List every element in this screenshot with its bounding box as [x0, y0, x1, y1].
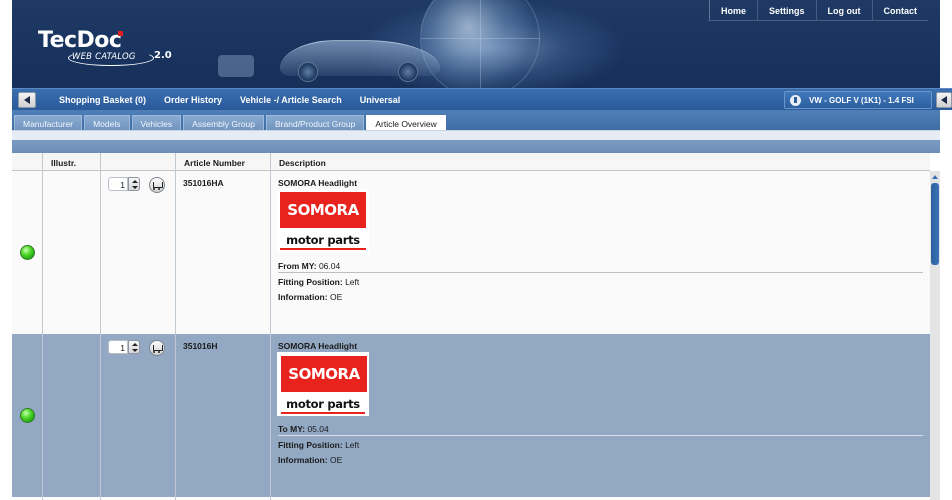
- back-arrow-icon[interactable]: [18, 92, 36, 108]
- attribute-value: OE: [329, 455, 343, 465]
- article-number[interactable]: 351016H: [183, 341, 218, 351]
- availability-status-icon: [20, 245, 35, 260]
- main-menu: Shopping Basket (0) Order History Vehicl…: [50, 89, 409, 111]
- tab-models[interactable]: Models: [84, 115, 130, 130]
- information-attribute: Information: OE: [278, 455, 342, 465]
- selected-vehicle-label: VW - GOLF V (1K1) - 1.4 FSI: [809, 96, 914, 105]
- top-nav: Home Settings Log out Contact: [708, 0, 929, 20]
- quantity-input[interactable]: 1: [108, 177, 128, 191]
- logo-dot: [118, 31, 123, 36]
- attribute-value: 05.04: [307, 424, 329, 434]
- tool-graphic: [218, 55, 254, 77]
- logo-subtitle: WEB CATALOG: [72, 52, 136, 62]
- scroll-up-icon[interactable]: [930, 173, 940, 181]
- grid-header: Illustr. Article Number Description: [12, 153, 930, 171]
- filter-strip: [12, 140, 940, 153]
- attribute-divider: [278, 272, 923, 273]
- info-icon: [790, 95, 801, 106]
- main-menu-bar: Shopping Basket (0) Order History Vehicl…: [12, 88, 952, 110]
- tab-vehicles[interactable]: Vehicles: [131, 115, 182, 130]
- brand-logo-banner: SOMORA: [280, 192, 366, 228]
- article-number[interactable]: 351016HA: [183, 178, 224, 188]
- attribute-label: To MY:: [278, 424, 306, 434]
- attribute-label: Fitting Position:: [278, 440, 343, 450]
- fitting-position-attribute: Fitting Position: Left: [278, 277, 359, 287]
- column-header-article-number[interactable]: Article Number: [184, 158, 245, 168]
- attribute-label: From MY:: [278, 261, 317, 271]
- column-header-description[interactable]: Description: [279, 158, 326, 168]
- tab-bar: Manufacturer Models Vehicles Assembly Gr…: [12, 110, 940, 130]
- quantity-stepper[interactable]: [128, 340, 140, 354]
- scrollbar-thumb[interactable]: [931, 183, 939, 265]
- attribute-value: 06.04: [318, 261, 341, 271]
- logo-version: 2.0: [154, 50, 172, 61]
- brand-logo-underline: [280, 248, 366, 250]
- menu-vehicle-article-search[interactable]: Vehicle -/ Article Search: [231, 89, 351, 111]
- car-wheel: [298, 62, 318, 82]
- nav-settings[interactable]: Settings: [756, 0, 816, 20]
- brand-logo-banner: SOMORA: [281, 356, 367, 392]
- vertical-scrollbar[interactable]: [930, 171, 940, 500]
- top-nav-divider: [708, 20, 928, 21]
- attribute-label: Information:: [278, 455, 328, 465]
- add-to-cart-icon[interactable]: [149, 177, 165, 193]
- attribute-label: Information:: [278, 292, 328, 302]
- menu-shopping-basket[interactable]: Shopping Basket (0): [50, 89, 155, 111]
- brand-logo-name: SOMORA: [287, 201, 359, 219]
- availability-status-icon: [20, 408, 35, 423]
- brand-logo-tagline: motor parts: [286, 233, 360, 247]
- model-year-attribute: From MY: 06.04: [278, 261, 340, 271]
- globe-graphic: [420, 0, 540, 88]
- column-divider: [100, 153, 101, 500]
- fitting-position-attribute: Fitting Position: Left: [278, 440, 359, 450]
- nav-contact[interactable]: Contact: [871, 0, 929, 20]
- menu-universal[interactable]: Universal: [351, 89, 410, 111]
- tab-brand-product-group[interactable]: Brand/Product Group: [266, 115, 365, 130]
- app-header: TecDoc WEB CATALOG 2.0 Home Settings Log…: [12, 0, 940, 88]
- nav-home[interactable]: Home: [708, 0, 757, 20]
- menu-order-history[interactable]: Order History: [155, 89, 231, 111]
- table-row[interactable]: 1 351016H SOMORA Headlight SOMORA motor …: [12, 334, 930, 497]
- add-to-cart-icon[interactable]: [149, 340, 165, 356]
- car-wheel: [398, 62, 418, 82]
- tab-assembly-group[interactable]: Assembly Group: [183, 115, 265, 130]
- tab-manufacturer[interactable]: Manufacturer: [14, 115, 83, 130]
- information-attribute: Information: OE: [278, 292, 342, 302]
- attribute-label: Fitting Position:: [278, 277, 343, 287]
- collapse-arrow-icon[interactable]: [936, 92, 952, 108]
- attribute-value: Left: [345, 277, 360, 287]
- column-divider: [42, 153, 43, 500]
- selected-vehicle-badge[interactable]: VW - GOLF V (1K1) - 1.4 FSI: [784, 91, 932, 109]
- tecdoc-logo[interactable]: TecDoc WEB CATALOG 2.0: [38, 28, 178, 70]
- tab-list: Manufacturer Models Vehicles Assembly Gr…: [14, 115, 448, 130]
- brand-logo[interactable]: SOMORA motor parts: [277, 189, 369, 253]
- column-divider: [175, 153, 176, 500]
- table-row[interactable]: 1 351016HA SOMORA Headlight SOMORA motor…: [12, 171, 930, 334]
- brand-logo-underline: [281, 412, 365, 414]
- model-year-attribute: To MY: 05.04: [278, 424, 329, 434]
- quantity-input[interactable]: 1: [108, 340, 128, 354]
- article-title: SOMORA Headlight: [278, 178, 358, 188]
- attribute-value: Left: [345, 440, 360, 450]
- toolbar-strip: [12, 130, 940, 140]
- page-margin: [0, 0, 12, 500]
- brand-logo[interactable]: SOMORA motor parts: [277, 352, 369, 416]
- brand-logo-tagline: motor parts: [286, 397, 360, 411]
- column-divider: [270, 153, 271, 500]
- attribute-value: OE: [329, 292, 343, 302]
- brand-logo-name: SOMORA: [288, 365, 360, 383]
- attribute-divider: [278, 435, 923, 436]
- quantity-stepper[interactable]: [128, 177, 140, 191]
- nav-logout[interactable]: Log out: [815, 0, 872, 20]
- article-title: SOMORA Headlight: [278, 341, 358, 351]
- tab-article-overview[interactable]: Article Overview: [366, 115, 446, 130]
- column-header-illustr[interactable]: Illustr.: [51, 158, 76, 168]
